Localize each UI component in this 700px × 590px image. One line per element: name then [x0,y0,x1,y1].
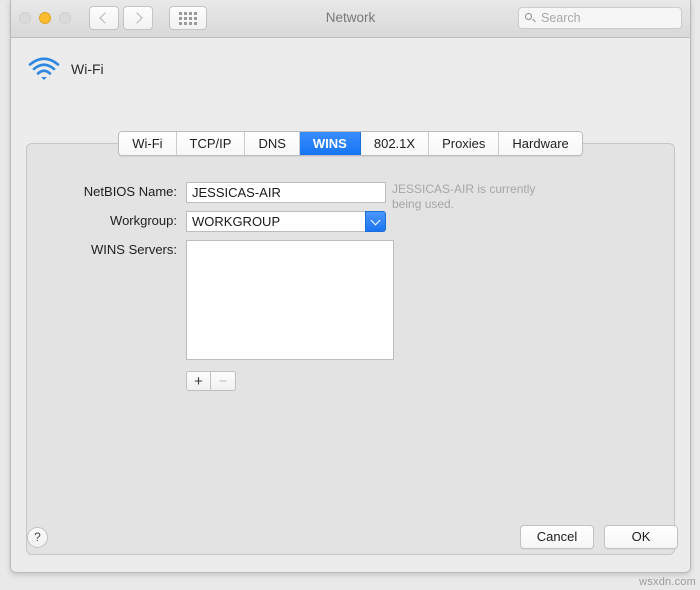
service-name: Wi-Fi [71,61,104,77]
screen: Network Search Wi-Fi Wi-Fi TCP/IP DNS WI… [0,0,700,590]
service-header: Wi-Fi [27,56,104,82]
netbios-name-label: NetBIOS Name: [83,184,177,199]
wins-servers-list-controls: + − [186,371,236,391]
tab-8021x[interactable]: 802.1X [360,132,430,155]
chevron-down-icon [370,215,381,225]
netbios-name-row: NetBIOS Name: JESSICAS-AIR [72,182,386,203]
wifi-icon [28,57,60,80]
watermark: wsxdn.com [639,576,696,588]
netbios-name-input[interactable]: JESSICAS-AIR [186,182,386,203]
wins-tab-panel: NetBIOS Name: JESSICAS-AIR Workgroup: WO… [26,143,675,555]
tab-group: Wi-Fi TCP/IP DNS WINS 802.1X Proxies Har… [118,131,583,156]
workgroup-row: Workgroup: WORKGROUP [72,211,386,232]
search-icon [525,12,536,24]
netbios-name-hint: JESSICAS-AIR is currently being used. [392,182,536,211]
tab-tcpip[interactable]: TCP/IP [176,132,246,155]
wins-servers-label: WINS Servers: [91,242,177,257]
workgroup-input[interactable]: WORKGROUP [186,211,365,232]
network-preferences-window: Network Search Wi-Fi Wi-Fi TCP/IP DNS WI… [10,0,691,573]
dialog-footer: ? Cancel OK [11,517,690,572]
search-field[interactable]: Search [518,7,682,29]
wins-servers-list[interactable] [186,240,394,360]
tab-wifi[interactable]: Wi-Fi [119,132,177,155]
wins-servers-row: WINS Servers: [72,240,394,360]
remove-wins-server-button: − [211,371,236,391]
tab-wins[interactable]: WINS [299,132,361,155]
tab-bar: Wi-Fi TCP/IP DNS WINS 802.1X Proxies Har… [11,131,690,156]
workgroup-label: Workgroup: [110,213,177,228]
cancel-button[interactable]: Cancel [520,525,594,549]
workgroup-combobox[interactable]: WORKGROUP [186,211,386,232]
tab-dns[interactable]: DNS [245,132,300,155]
search-placeholder: Search [541,11,581,25]
help-button[interactable]: ? [27,527,48,548]
tab-hardware[interactable]: Hardware [499,132,582,155]
tab-proxies[interactable]: Proxies [429,132,500,155]
window-body: Wi-Fi Wi-Fi TCP/IP DNS WINS 802.1X Proxi… [11,38,690,572]
wins-form: NetBIOS Name: JESSICAS-AIR Workgroup: WO… [27,144,674,554]
ok-button[interactable]: OK [604,525,678,549]
window-titlebar: Network Search [11,0,690,38]
workgroup-dropdown-button[interactable] [365,211,386,232]
add-wins-server-button[interactable]: + [186,371,211,391]
